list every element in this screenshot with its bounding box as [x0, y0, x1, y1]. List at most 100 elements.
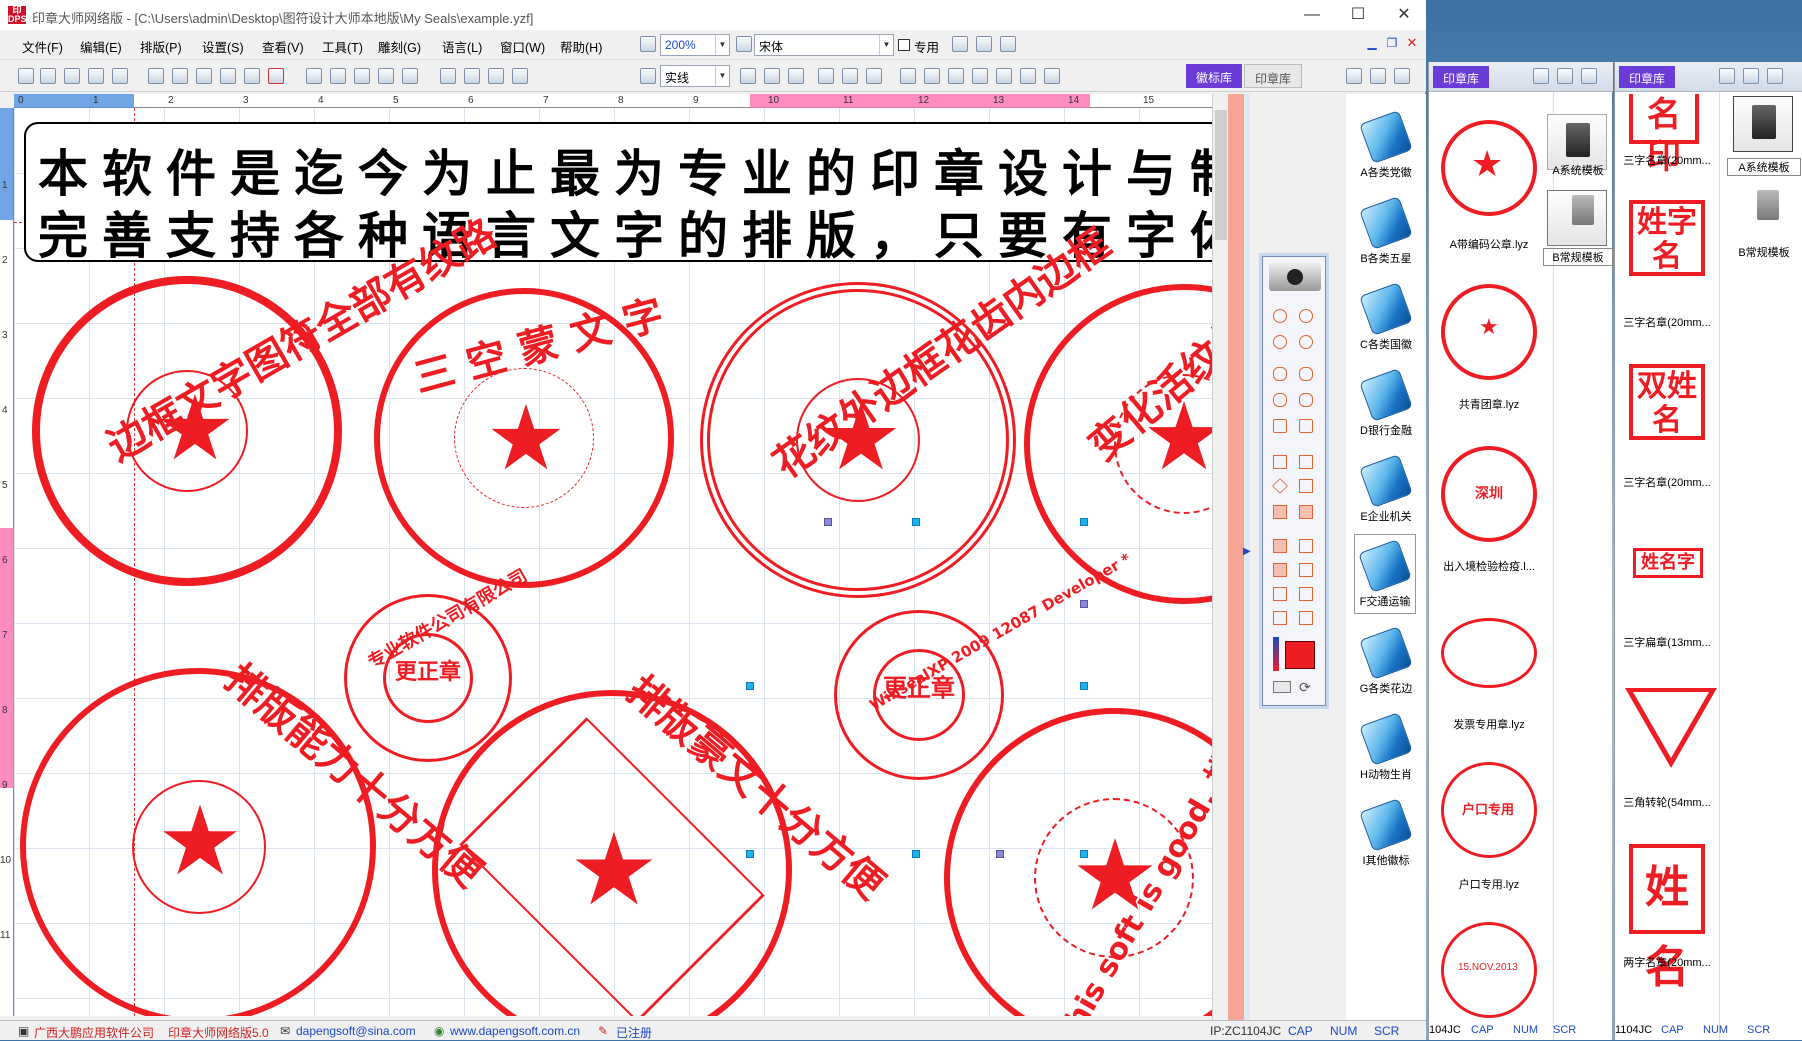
tab-seal-library[interactable]: 印章库 [1433, 66, 1490, 88]
print-icon[interactable] [112, 68, 128, 84]
align-bottom-icon[interactable] [402, 68, 418, 84]
tab-seal-library[interactable]: 印章库 [1619, 66, 1676, 88]
selection-handle[interactable] [912, 518, 920, 526]
category-g[interactable]: G各类花边 [1346, 626, 1426, 696]
circle-bar-icon[interactable] [1273, 335, 1287, 349]
category-f-selected[interactable]: F交通运输 [1354, 534, 1416, 614]
pencil-icon[interactable] [1370, 68, 1386, 84]
category-c[interactable]: C各类国徽 [1346, 282, 1426, 352]
design-canvas[interactable]: 本软件是迄今为止最为专业的印章设计与制作 完善支持各种语言文字的排版，只要有字体… [14, 108, 1212, 1016]
layout-b-icon[interactable] [1299, 539, 1313, 553]
eye-icon[interactable] [1269, 263, 1321, 291]
stamp-thumb-4[interactable]: 姓名字 [1633, 548, 1703, 578]
category-b[interactable]: B各类五星 [1346, 196, 1426, 266]
pencil-icon[interactable] [1743, 68, 1759, 84]
scrollbar-thumb[interactable] [1215, 110, 1227, 240]
selection-handle[interactable] [1080, 682, 1088, 690]
ellipse-lines-icon[interactable] [1299, 393, 1313, 407]
circle-emblem-icon[interactable] [1299, 309, 1313, 323]
template-regular[interactable] [1547, 190, 1607, 246]
text-banner[interactable]: 本软件是迄今为止最为专业的印章设计与制作 完善支持各种语言文字的排版，只要有字体 [24, 122, 1212, 262]
seal-thumb-invoice[interactable] [1441, 618, 1537, 688]
menu-file[interactable]: 文件(F) [22, 37, 63, 56]
mdi-minimize-button[interactable]: ▁ [1362, 32, 1382, 54]
layout-c-icon[interactable] [1273, 563, 1287, 577]
category-h[interactable]: H动物生肖 [1346, 712, 1426, 782]
selection-handle[interactable] [996, 850, 1004, 858]
font-select[interactable]: 宋体 ▼ [754, 34, 894, 56]
tool-icon[interactable] [440, 68, 456, 84]
menu-view[interactable]: 查看(V) [262, 37, 304, 56]
seal-thumb-dated[interactable]: 15.NOV.2013 [1441, 922, 1537, 1018]
new-file-icon[interactable] [40, 68, 56, 84]
menu-engrave[interactable]: 雕刻(G) [378, 37, 421, 56]
hand-icon[interactable] [1533, 68, 1549, 84]
stamp-thumb-6[interactable]: 姓名 [1629, 844, 1705, 993]
category-d[interactable]: D银行金融 [1346, 368, 1426, 438]
fit-icon[interactable] [1394, 68, 1410, 84]
selection-handle[interactable] [1080, 850, 1088, 858]
mdi-restore-button[interactable]: ❐ [1382, 32, 1402, 54]
align-top-icon[interactable] [378, 68, 394, 84]
seal-flower-border[interactable]: ★ 花纹外边框花齿内边框 [700, 221, 1119, 598]
tab-seal-library[interactable]: 印章库 [1244, 64, 1303, 88]
line-style-icon[interactable] [640, 68, 656, 84]
square-icon[interactable] [1273, 455, 1287, 469]
bring-front-icon[interactable] [948, 68, 964, 84]
hand-icon[interactable] [1719, 68, 1735, 84]
stamp-thumb-3[interactable]: 双姓名 [1629, 364, 1705, 440]
select-icon[interactable] [18, 68, 34, 84]
dots-icon[interactable] [1299, 419, 1313, 433]
email-link[interactable]: dapengsoft@sina.com [296, 1024, 416, 1038]
pie-chart-icon[interactable] [1044, 68, 1060, 84]
stamp-thumb-1[interactable]: 名印 [1629, 94, 1699, 177]
monitor-icon[interactable] [1000, 36, 1016, 52]
send-back-icon[interactable] [972, 68, 988, 84]
ellipse-icon[interactable] [1273, 367, 1287, 381]
seal-thumb-inspection[interactable]: 深圳 [1441, 446, 1537, 542]
keyboard-icon[interactable] [1273, 681, 1291, 693]
layout-h-icon[interactable] [1299, 611, 1313, 625]
template-regular[interactable] [1733, 186, 1793, 242]
menu-help[interactable]: 帮助(H) [560, 37, 602, 56]
menu-edit[interactable]: 编辑(E) [80, 37, 122, 56]
redo-icon[interactable] [172, 68, 188, 84]
triangle-icon[interactable] [1299, 479, 1313, 493]
color-swatch-red[interactable] [1285, 641, 1315, 669]
zoom-icon[interactable] [640, 36, 656, 52]
tag-blue-icon[interactable] [818, 68, 834, 84]
quad-split-icon[interactable] [1299, 505, 1313, 519]
fit-icon[interactable] [1581, 68, 1597, 84]
ellipse-double-icon[interactable] [1299, 367, 1313, 381]
stamp-thumb-2[interactable]: 姓字名 [1629, 200, 1705, 276]
camera-icon[interactable] [488, 68, 504, 84]
mdi-close-button[interactable]: ✕ [1402, 32, 1422, 54]
refresh-icon[interactable]: ⟳ [1299, 679, 1315, 695]
undo-icon[interactable] [148, 68, 164, 84]
layout-e-icon[interactable] [1273, 587, 1287, 601]
align-center-icon[interactable] [330, 68, 346, 84]
selection-handle[interactable] [912, 850, 920, 858]
font-icon[interactable] [736, 36, 752, 52]
home-icon[interactable] [952, 36, 968, 52]
menu-tools[interactable]: 工具(T) [322, 37, 363, 56]
cut-icon[interactable] [196, 68, 212, 84]
canvas-scrollbar[interactable] [1212, 94, 1228, 1020]
seal-thumb-household[interactable]: 户口专用 [1441, 762, 1537, 858]
expand-arrow-icon[interactable]: ▶ [1243, 546, 1251, 557]
color-fill-icon[interactable] [1020, 68, 1036, 84]
grid-icon[interactable] [1273, 419, 1287, 433]
circle-lines-icon[interactable] [1299, 335, 1313, 349]
category-a[interactable]: A各类党徽 [1346, 110, 1426, 180]
selection-handle[interactable] [1080, 518, 1088, 526]
group-icon[interactable] [900, 68, 916, 84]
maximize-button[interactable]: ☐ [1338, 4, 1378, 26]
seal-english-text[interactable]: ★ This soft is good. 排版 [944, 708, 1212, 1016]
ungroup-icon[interactable] [924, 68, 940, 84]
pen-icon[interactable] [464, 68, 480, 84]
tab-logo-library[interactable]: 徽标库 [1186, 64, 1243, 88]
selection-handle[interactable] [1080, 600, 1088, 608]
excel-icon[interactable] [764, 68, 780, 84]
square-split-icon[interactable] [1299, 455, 1313, 469]
image-icon[interactable] [788, 68, 804, 84]
